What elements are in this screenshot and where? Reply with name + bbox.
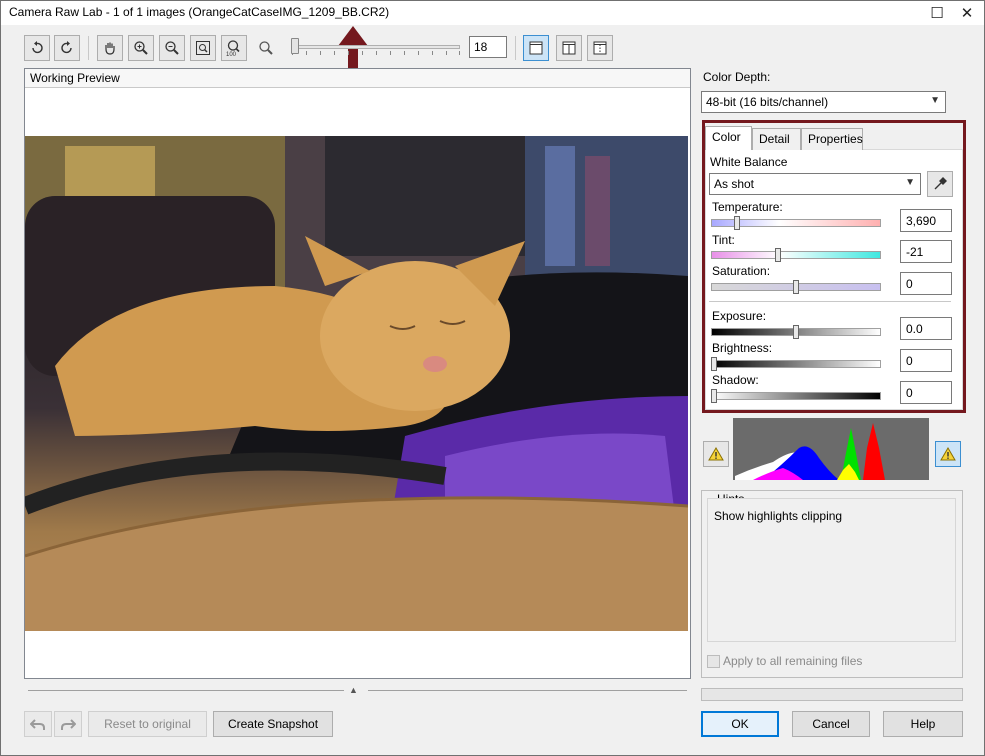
highlight-clipping-button[interactable] xyxy=(935,441,961,467)
rotate-right-button[interactable] xyxy=(54,35,80,61)
warning-icon xyxy=(708,447,724,461)
fit-icon xyxy=(196,41,210,55)
create-snapshot-button[interactable]: Create Snapshot xyxy=(213,711,333,737)
apply-all-label: Apply to all remaining files xyxy=(723,654,863,668)
zoom-slider-ticks xyxy=(292,51,460,56)
reset-to-original-button[interactable]: Reset to original xyxy=(88,711,207,737)
hand-icon xyxy=(105,42,115,55)
rotate-left-button[interactable] xyxy=(24,35,50,61)
rotate-right-icon xyxy=(61,41,72,54)
histogram xyxy=(733,418,929,480)
splitter-line xyxy=(368,690,687,691)
preview-header: Working Preview xyxy=(25,69,690,88)
zoom-100-label: 100 xyxy=(226,52,237,57)
zoom-small-icon xyxy=(259,41,273,55)
annotation-highlight-box xyxy=(702,120,966,413)
redo-icon xyxy=(61,719,76,730)
hand-tool-button[interactable] xyxy=(97,35,123,61)
toolbar-separator xyxy=(88,36,89,60)
cancel-button[interactable]: Cancel xyxy=(792,711,870,737)
zoom-slider-thumb[interactable] xyxy=(291,38,299,54)
undo-button[interactable] xyxy=(24,711,52,737)
fit-to-window-button[interactable] xyxy=(190,35,216,61)
help-button[interactable]: Help xyxy=(883,711,963,737)
progress-bar xyxy=(701,688,963,701)
cat-photo xyxy=(25,136,688,631)
maximize-button[interactable]: ☐ xyxy=(922,0,952,25)
split-view-icon xyxy=(562,41,576,55)
zoom-100-button[interactable]: 100 xyxy=(221,35,247,61)
splitter-line xyxy=(28,690,344,691)
single-view-icon xyxy=(529,41,543,55)
color-depth-value: 48-bit (16 bits/channel) xyxy=(706,95,829,109)
zoom-small-button[interactable] xyxy=(256,38,276,58)
zoom-value-input[interactable]: 18 xyxy=(469,36,507,58)
zoom-100-icon: 100 xyxy=(226,40,240,57)
split-view-button[interactable] xyxy=(556,35,582,61)
window-title: Camera Raw Lab - 1 of 1 images (OrangeCa… xyxy=(9,5,390,19)
zoom-out-icon xyxy=(165,41,179,55)
rotate-left-icon xyxy=(32,41,43,54)
toolbar-separator xyxy=(515,36,516,60)
zoom-out-button[interactable] xyxy=(159,35,185,61)
undo-icon xyxy=(30,719,45,730)
zoom-in-button[interactable] xyxy=(128,35,154,61)
side-view-icon xyxy=(593,41,607,55)
warning-icon xyxy=(940,447,956,461)
zoom-slider-track[interactable] xyxy=(292,45,460,49)
close-button[interactable]: ✕ xyxy=(952,0,982,25)
ok-button[interactable]: OK xyxy=(701,711,779,737)
preview-image[interactable] xyxy=(25,136,688,631)
chevron-down-icon: ▼ xyxy=(930,95,940,106)
side-view-button[interactable] xyxy=(587,35,613,61)
chevron-up-icon[interactable]: ▲ xyxy=(349,685,358,695)
apply-all-checkbox[interactable] xyxy=(707,655,720,668)
redo-button[interactable] xyxy=(54,711,82,737)
color-depth-label: Color Depth: xyxy=(703,70,771,84)
histogram-graph xyxy=(733,418,929,480)
hints-text: Show highlights clipping xyxy=(714,509,843,523)
shadow-clipping-button[interactable] xyxy=(703,441,729,467)
zoom-in-icon xyxy=(134,41,148,55)
color-depth-select[interactable]: 48-bit (16 bits/channel) ▼ xyxy=(701,91,946,113)
single-view-button[interactable] xyxy=(523,35,549,61)
